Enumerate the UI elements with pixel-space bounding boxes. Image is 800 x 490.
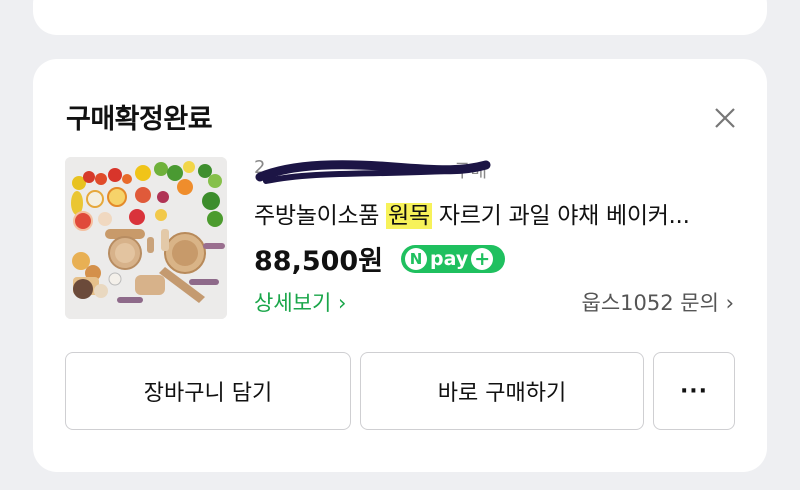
card-title: 구매확정완료 [66,104,213,135]
npay-plus-icon: + [471,248,494,270]
more-options-button[interactable]: ··· [653,352,735,430]
product-name-highlight: 원목 [386,203,432,229]
redaction-scribble [255,160,491,184]
detail-link[interactable]: 상세보기 › [254,287,346,317]
buy-now-button[interactable]: 바로 구매하기 [360,352,644,430]
add-to-cart-button[interactable]: 장바구니 담기 [65,352,351,430]
seller-inquiry-link[interactable]: 웁스1052 문의 › [582,287,734,317]
previous-card [33,0,767,35]
purchase-card: 구매확정완료 2 구매 주방놀이소품 원목 자르기 과일 야채 베이커... 8… [33,59,767,472]
npay-badge: N pay + [401,245,505,273]
order-date: 2 구매 [254,157,504,184]
npay-label: pay [430,248,469,270]
close-icon[interactable] [710,103,740,133]
product-name-after: 자르기 과일 야채 베이커... [431,203,690,229]
product-name-before: 주방놀이소품 [254,203,387,229]
npay-n-icon: N [405,248,427,270]
product-thumbnail[interactable] [65,157,227,319]
product-price: 88,500원 [254,246,384,277]
product-name[interactable]: 주방놀이소품 원목 자르기 과일 야채 베이커... [254,196,744,230]
